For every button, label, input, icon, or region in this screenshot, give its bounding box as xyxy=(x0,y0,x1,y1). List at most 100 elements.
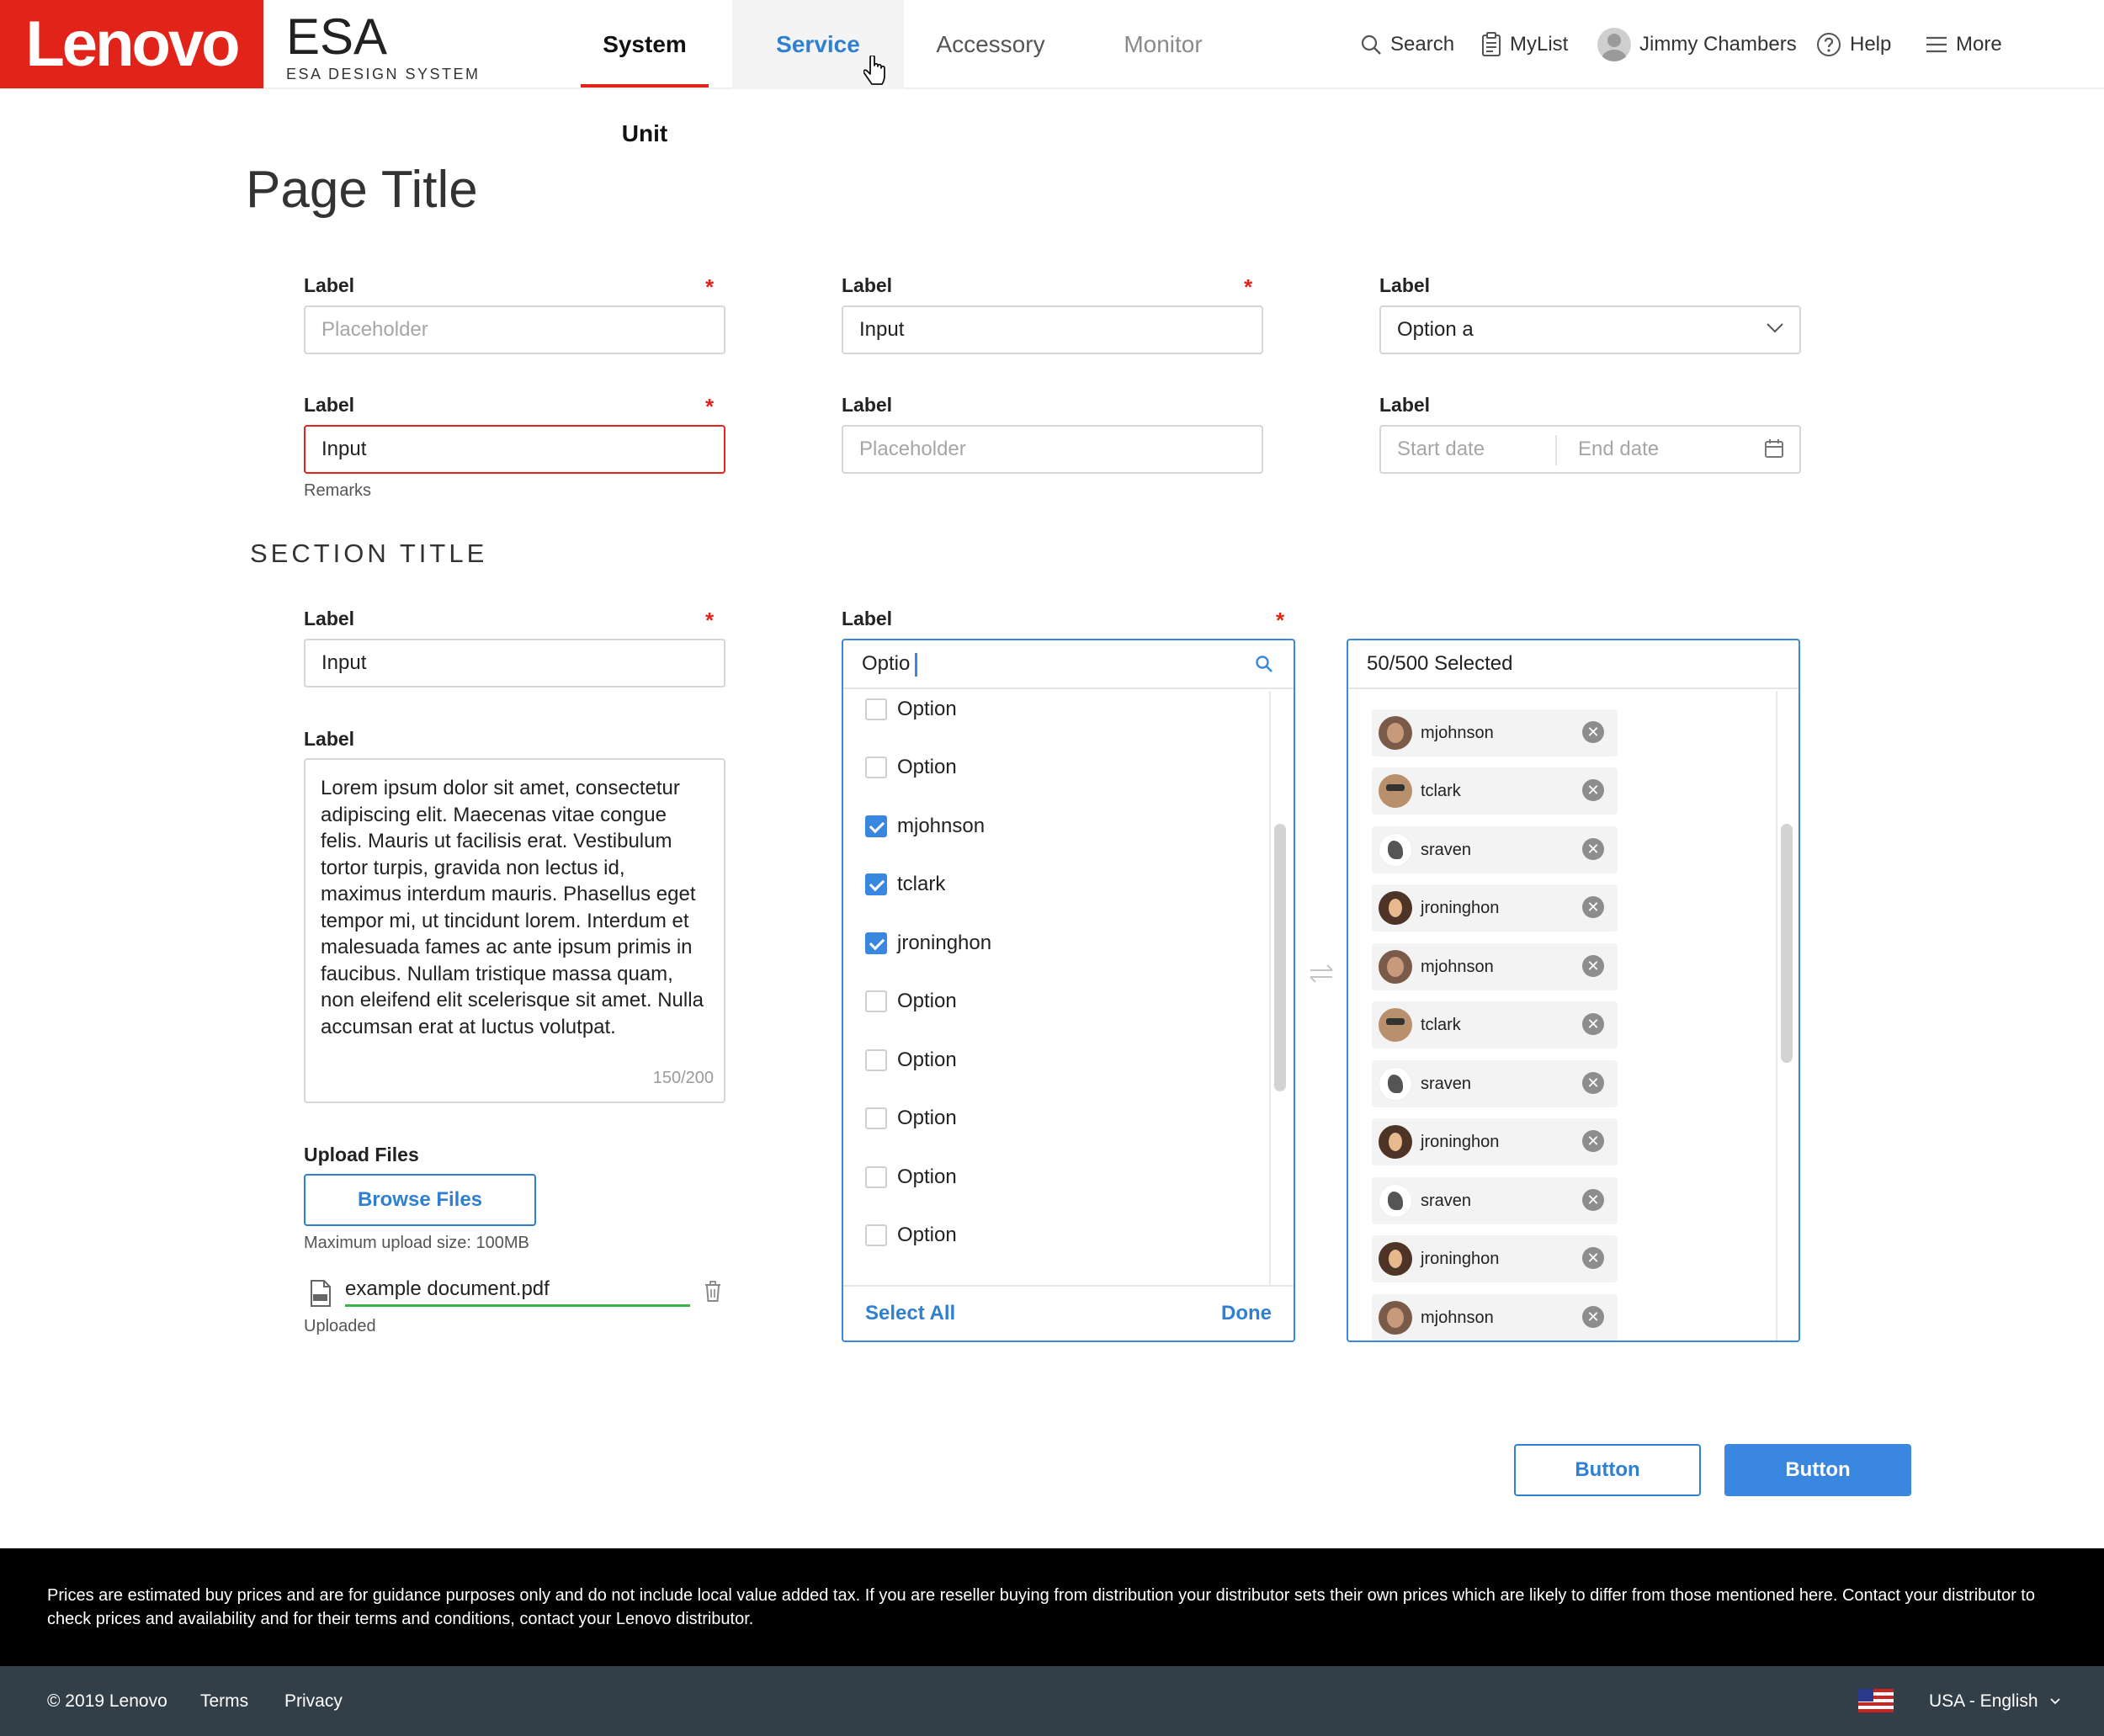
checkbox[interactable] xyxy=(865,757,887,778)
option-item[interactable]: Option xyxy=(865,1160,957,1194)
remove-chip-icon[interactable]: ✕ xyxy=(1582,838,1604,860)
char-counter: 150/200 xyxy=(652,1068,714,1087)
secondary-button[interactable]: Button xyxy=(1514,1444,1701,1496)
page-title: Page Title xyxy=(246,161,478,219)
checkbox[interactable] xyxy=(865,990,887,1012)
chip-label: sraven xyxy=(1421,1074,1472,1093)
field-remarks: Remarks xyxy=(304,481,372,500)
option-item[interactable]: Option xyxy=(865,1043,957,1077)
text-input-placeholder[interactable]: Placeholder xyxy=(842,425,1263,474)
text-input[interactable]: Input xyxy=(842,305,1263,354)
option-item[interactable]: Option xyxy=(865,1218,957,1252)
multiselect-search-input[interactable]: Optio xyxy=(843,640,1294,689)
avatar xyxy=(1379,1125,1412,1159)
checkbox-checked[interactable] xyxy=(865,932,887,954)
terms-link[interactable]: Terms xyxy=(200,1666,248,1736)
checkbox[interactable] xyxy=(865,1107,887,1129)
us-flag-icon xyxy=(1858,1689,1894,1712)
scrollbar-thumb[interactable] xyxy=(1781,824,1793,1063)
remove-chip-icon[interactable]: ✕ xyxy=(1582,896,1604,918)
start-date-input[interactable]: Start date xyxy=(1397,427,1485,472)
avatar xyxy=(1379,1184,1412,1218)
locale-selector[interactable]: USA - English xyxy=(1929,1666,2061,1736)
calendar-icon[interactable] xyxy=(1764,438,1784,459)
option-item[interactable]: jroninghon xyxy=(865,926,991,960)
avatar xyxy=(1379,833,1412,867)
required-asterisk: * xyxy=(705,274,715,300)
checkbox-checked[interactable] xyxy=(865,815,887,837)
remove-chip-icon[interactable]: ✕ xyxy=(1582,779,1604,801)
selected-chip: jroninghon ✕ xyxy=(1372,1235,1618,1282)
option-item[interactable]: Option xyxy=(865,693,957,726)
remove-chip-icon[interactable]: ✕ xyxy=(1582,1189,1604,1211)
remove-chip-icon[interactable]: ✕ xyxy=(1582,1013,1604,1035)
selected-chip: tclark ✕ xyxy=(1372,767,1618,815)
checkbox[interactable] xyxy=(865,1166,887,1188)
option-item[interactable]: Option xyxy=(865,985,957,1018)
field-label: Label xyxy=(304,608,355,629)
text-input-placeholder[interactable]: Placeholder xyxy=(304,305,725,354)
upload-progress-bar xyxy=(345,1304,690,1307)
user-menu[interactable]: Jimmy Chambers xyxy=(1597,0,1797,89)
lenovo-logo[interactable]: Lenovo xyxy=(0,0,263,88)
selected-chip: sraven ✕ xyxy=(1372,1177,1618,1224)
upload-status: Uploaded xyxy=(304,1317,376,1335)
search-label: Search xyxy=(1390,33,1455,56)
select-dropdown[interactable]: Option a xyxy=(1379,305,1801,354)
upload-max-size: Maximum upload size: 100MB xyxy=(304,1234,529,1252)
selected-chip: sraven ✕ xyxy=(1372,1060,1618,1107)
select-all-button[interactable]: Select All xyxy=(865,1287,955,1340)
search-link[interactable]: Search xyxy=(1360,0,1454,89)
chip-label: sraven xyxy=(1421,840,1472,859)
scrollbar-thumb[interactable] xyxy=(1274,824,1286,1091)
transfer-arrows-icon xyxy=(1309,964,1334,984)
option-label: jroninghon xyxy=(897,932,992,954)
mylist-link[interactable]: MyList xyxy=(1481,0,1568,89)
more-menu[interactable]: More xyxy=(1926,0,2002,89)
help-link[interactable]: Help xyxy=(1816,0,1891,89)
checkbox[interactable] xyxy=(865,1224,887,1246)
date-range-picker[interactable]: Start date End date xyxy=(1379,425,1801,474)
primary-button[interactable]: Button xyxy=(1724,1444,1911,1496)
avatar xyxy=(1379,716,1412,750)
remove-chip-icon[interactable]: ✕ xyxy=(1582,955,1604,977)
selected-chip: mjohnson ✕ xyxy=(1372,943,1618,990)
checkbox[interactable] xyxy=(865,1049,887,1071)
remove-chip-icon[interactable]: ✕ xyxy=(1582,1306,1604,1328)
remove-chip-icon[interactable]: ✕ xyxy=(1582,1130,1604,1152)
help-label: Help xyxy=(1850,33,1892,56)
remove-chip-icon[interactable]: ✕ xyxy=(1582,1247,1604,1269)
top-header: Lenovo ESA ESA DESIGN SYSTEM System Unit… xyxy=(0,0,2104,146)
option-item[interactable]: Option xyxy=(865,751,957,784)
tab-system-unit[interactable]: System Unit xyxy=(581,0,709,146)
checkbox-checked[interactable] xyxy=(865,873,887,895)
field-label: Label xyxy=(1379,274,1431,296)
privacy-link[interactable]: Privacy xyxy=(284,1666,343,1736)
tab-accessory[interactable]: Accessory xyxy=(926,0,1055,89)
text-input[interactable]: Input xyxy=(304,639,725,687)
checkbox[interactable] xyxy=(865,698,887,720)
browse-files-button[interactable]: Browse Files xyxy=(304,1174,536,1226)
user-avatar-icon xyxy=(1597,28,1631,61)
textarea[interactable]: Lorem ipsum dolor sit amet, consectetur … xyxy=(304,758,725,1103)
footer-bar: © 2019 Lenovo Terms Privacy USA - Englis… xyxy=(0,1666,2104,1736)
chip-label: tclark xyxy=(1421,1015,1461,1034)
option-item[interactable]: Option xyxy=(865,1102,957,1135)
tab-monitor[interactable]: Monitor xyxy=(1111,0,1215,89)
trash-icon[interactable] xyxy=(704,1281,722,1303)
remove-chip-icon[interactable]: ✕ xyxy=(1582,721,1604,743)
help-icon xyxy=(1816,32,1841,57)
search-icon[interactable] xyxy=(1255,655,1273,673)
text-input-error[interactable]: Input xyxy=(304,425,725,474)
option-item[interactable]: tclark xyxy=(865,868,945,901)
done-button[interactable]: Done xyxy=(1221,1287,1272,1340)
end-date-input[interactable]: End date xyxy=(1578,427,1659,472)
field-label: Label xyxy=(304,728,355,750)
remove-chip-icon[interactable]: ✕ xyxy=(1582,1072,1604,1094)
chevron-down-icon xyxy=(1766,322,1784,334)
chip-label: jroninghon xyxy=(1421,1132,1500,1151)
option-item[interactable]: mjohnson xyxy=(865,810,985,843)
option-label: Option xyxy=(897,1049,957,1071)
avatar xyxy=(1379,950,1412,984)
uploaded-file-name[interactable]: example document.pdf xyxy=(345,1277,550,1301)
